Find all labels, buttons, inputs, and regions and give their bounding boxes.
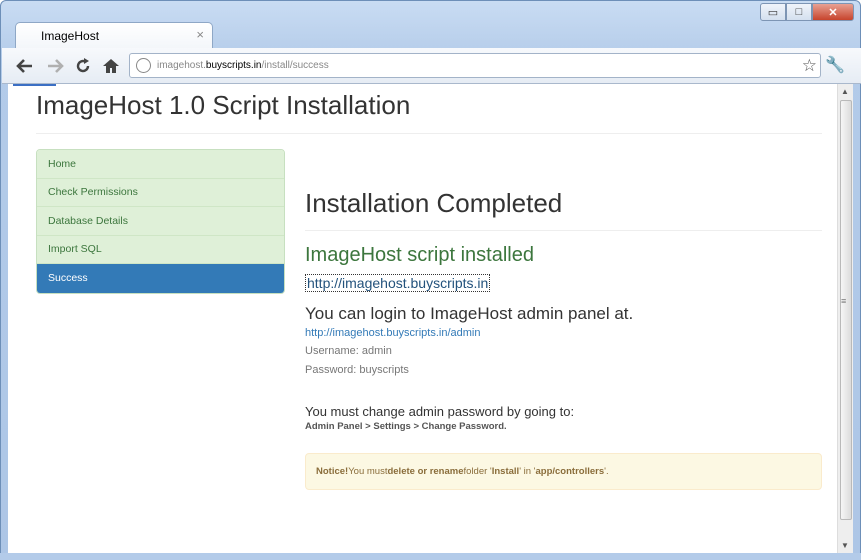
- password-text: Password: buyscripts: [305, 364, 409, 376]
- close-window-button[interactable]: ✕: [812, 3, 854, 21]
- vertical-scrollbar[interactable]: ▲ ≡ ▼: [837, 84, 853, 553]
- scrollbar-grip-icon: ≡: [841, 296, 847, 306]
- browser-tab[interactable]: ImageHost ×: [15, 22, 213, 49]
- page-title: ImageHost 1.0 Script Installation: [36, 90, 411, 120]
- loading-indicator: [13, 84, 56, 86]
- username-text: Username: admin: [305, 345, 392, 357]
- wrench-icon[interactable]: 🔧: [825, 55, 845, 75]
- sidebar-item-check-permissions[interactable]: Check Permissions: [37, 178, 284, 207]
- tab-close-icon[interactable]: ×: [196, 27, 204, 42]
- admin-panel-link[interactable]: http://imagehost.buyscripts.in/admin: [305, 327, 480, 339]
- sidebar-item-database-details[interactable]: Database Details: [37, 207, 284, 236]
- sidebar-item-success[interactable]: Success: [37, 264, 284, 293]
- scroll-up-arrow-icon[interactable]: ▲: [841, 87, 849, 96]
- browser-toolbar: imagehost.buyscripts.in/install/success …: [2, 48, 861, 84]
- globe-icon: [136, 58, 151, 73]
- address-bar[interactable]: imagehost.buyscripts.in/install/success …: [129, 53, 821, 78]
- forward-arrow-icon[interactable]: [44, 55, 66, 77]
- url-text: imagehost.buyscripts.in/install/success: [157, 60, 329, 71]
- maximize-button[interactable]: □: [786, 3, 812, 21]
- window-bottom-border: [0, 553, 861, 560]
- scrollbar-thumb[interactable]: [840, 100, 852, 520]
- divider: [36, 133, 822, 134]
- sidebar-nav: Home Check Permissions Database Details …: [36, 149, 285, 294]
- notice-label: Notice!: [316, 466, 349, 477]
- scroll-down-arrow-icon[interactable]: ▼: [841, 541, 849, 550]
- notice-alert: Notice! You must delete or rename folder…: [305, 453, 822, 490]
- sidebar-item-home[interactable]: Home: [37, 150, 284, 179]
- site-link[interactable]: http://imagehost.buyscripts.in: [305, 274, 491, 292]
- back-arrow-icon[interactable]: [14, 55, 36, 77]
- login-heading: You can login to ImageHost admin panel a…: [305, 304, 634, 323]
- divider: [305, 230, 822, 231]
- sidebar-item-import-sql[interactable]: Import SQL: [37, 235, 284, 264]
- installation-heading: Installation Completed: [305, 188, 563, 218]
- tab-title: ImageHost: [41, 29, 100, 43]
- change-password-path: Admin Panel > Settings > Change Password…: [305, 421, 507, 432]
- bookmark-star-icon[interactable]: ☆: [802, 56, 817, 76]
- window-controls: ▭ □ ✕: [760, 3, 854, 21]
- minimize-button[interactable]: ▭: [760, 3, 786, 21]
- page-viewport: ImageHost 1.0 Script Installation Home C…: [8, 84, 850, 553]
- reload-icon[interactable]: [72, 55, 94, 77]
- change-password-instruction: You must change admin password by going …: [305, 404, 575, 419]
- home-icon[interactable]: [100, 55, 122, 77]
- installed-heading: ImageHost script installed: [305, 244, 534, 266]
